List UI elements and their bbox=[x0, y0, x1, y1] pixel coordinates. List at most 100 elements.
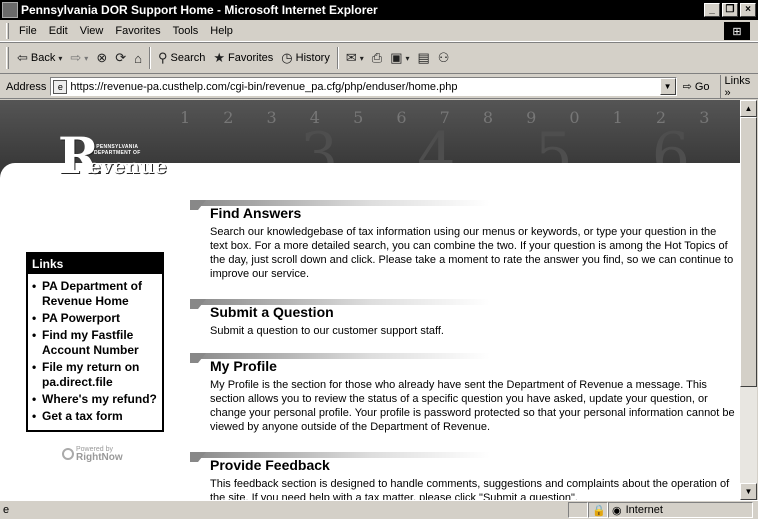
stop-icon: ⊗ bbox=[96, 50, 108, 65]
bullet: • bbox=[32, 328, 37, 342]
menu-view[interactable]: View bbox=[74, 25, 110, 37]
mail-button[interactable]: ✉ ▾ bbox=[342, 46, 368, 70]
history-button[interactable]: ◷ History bbox=[277, 46, 334, 70]
menu-tools[interactable]: Tools bbox=[167, 25, 205, 37]
page-icon: e bbox=[53, 79, 68, 94]
back-button[interactable]: ⇦ Back ▾ bbox=[13, 46, 66, 70]
scroll-thumb[interactable] bbox=[740, 117, 757, 387]
search-button[interactable]: ⚲ Search bbox=[154, 46, 209, 70]
stop-button[interactable]: ⊗ bbox=[92, 46, 111, 70]
powered-by-rightnow[interactable]: Powered by RightNow bbox=[62, 446, 123, 463]
refresh-icon: ⟳ bbox=[115, 50, 127, 65]
link-wheres-my-refund[interactable]: • Where's my refund? bbox=[32, 392, 160, 407]
favorites-button[interactable]: ★ Favorites bbox=[209, 46, 277, 70]
scroll-up-button[interactable]: ▲ bbox=[740, 100, 757, 117]
link-get-tax-form[interactable]: • Get a tax form bbox=[32, 409, 160, 424]
menu-grip bbox=[6, 22, 9, 39]
history-label: History bbox=[295, 52, 330, 64]
section-triangle-icon bbox=[190, 452, 206, 462]
lock-icon: 🔒 bbox=[592, 504, 606, 517]
close-button[interactable]: × bbox=[740, 3, 756, 17]
link-label: Where's my refund? bbox=[42, 392, 157, 406]
menu-help[interactable]: Help bbox=[204, 25, 239, 37]
go-button[interactable]: ⇨ Go bbox=[683, 80, 710, 94]
mail-dropdown-icon: ▾ bbox=[359, 53, 364, 63]
favorites-icon: ★ bbox=[213, 50, 226, 65]
section-triangle-icon bbox=[190, 353, 206, 363]
my-profile-link[interactable]: My Profile bbox=[210, 358, 277, 374]
address-dropdown-button[interactable]: ▼ bbox=[659, 78, 676, 95]
status-progress bbox=[568, 502, 588, 518]
discuss-button[interactable]: ▤ bbox=[414, 46, 434, 70]
link-label: Get a tax form bbox=[42, 409, 123, 423]
section-triangle-icon bbox=[190, 299, 206, 309]
menu-file[interactable]: File bbox=[13, 25, 43, 37]
my-profile-text: My Profile is the section for those who … bbox=[210, 379, 735, 433]
vertical-scrollbar[interactable]: ▲ ▼ bbox=[740, 100, 757, 500]
section-triangle-icon bbox=[190, 200, 206, 210]
menu-edit[interactable]: Edit bbox=[43, 25, 74, 37]
status-page-icon: e bbox=[3, 504, 10, 516]
find-answers-text: Search our knowledgebase of tax informat… bbox=[210, 226, 734, 280]
refresh-button[interactable]: ⟳ bbox=[111, 46, 130, 70]
link-label: Find my Fastfile Account Number bbox=[42, 328, 139, 357]
link-label: File my return on pa.direct.file bbox=[42, 360, 140, 389]
address-input[interactable]: e https://revenue-pa.custhelp.com/cgi-bi… bbox=[50, 77, 677, 96]
submit-question-link[interactable]: Submit a Question bbox=[210, 304, 334, 320]
link-pa-department-of-revenue-home[interactable]: • PA Department of Revenue Home bbox=[32, 279, 160, 309]
internet-zone-icon: ◉ bbox=[612, 504, 622, 517]
favorites-label: Favorites bbox=[228, 52, 274, 64]
bullet: • bbox=[32, 311, 37, 325]
revenue-logo[interactable]: R PENNSYLVANIA DEPARTMENT OF evenue bbox=[58, 130, 167, 185]
menu-bar: File Edit View Favorites Tools Help ⊞ bbox=[0, 20, 758, 42]
rightnow-logo-icon bbox=[62, 448, 74, 460]
page-viewport: 1 2 3 4 5 6 7 8 9 0 1 2 3 4 3 4 5 6 7 R … bbox=[0, 100, 740, 500]
link-file-return-pa-direct[interactable]: • File my return on pa.direct.file bbox=[32, 360, 160, 390]
address-label: Address bbox=[6, 80, 47, 93]
link-find-fastfile-account[interactable]: • Find my Fastfile Account Number bbox=[32, 328, 160, 358]
scroll-down-button[interactable]: ▼ bbox=[740, 483, 757, 500]
windows-logo-icon: ⊞ bbox=[724, 22, 750, 40]
edit-button[interactable]: ▣ ▾ bbox=[386, 46, 413, 70]
bullet: • bbox=[32, 409, 37, 423]
menu-favorites[interactable]: Favorites bbox=[109, 25, 166, 37]
link-pa-powerport[interactable]: • PA Powerport bbox=[32, 311, 160, 326]
forward-button[interactable]: ⇨ ▾ bbox=[66, 46, 92, 70]
minimize-button[interactable]: _ bbox=[704, 3, 720, 17]
back-dropdown-icon: ▾ bbox=[58, 53, 63, 63]
print-icon: ⎙ bbox=[371, 50, 383, 65]
status-bar: e 🔒 ◉ Internet bbox=[0, 500, 758, 519]
ie-icon bbox=[2, 2, 18, 18]
zone-label: Internet bbox=[625, 504, 663, 516]
section-find-answers: Find Answers Search our knowledgebase of… bbox=[190, 200, 733, 290]
bullet: • bbox=[32, 279, 37, 293]
home-button[interactable]: ⌂ bbox=[130, 46, 146, 70]
rightnow-brand: RightNow bbox=[76, 452, 123, 463]
status-text: e bbox=[0, 502, 568, 518]
restore-button[interactable]: ❒ bbox=[722, 3, 738, 17]
address-bar: Address e https://revenue-pa.custhelp.co… bbox=[0, 74, 758, 99]
edit-dropdown-icon: ▾ bbox=[405, 53, 410, 63]
section-my-profile: My Profile My Profile is the section for… bbox=[190, 353, 735, 443]
mail-icon: ✉ bbox=[345, 50, 357, 65]
links-toolbar-button[interactable]: Links » bbox=[719, 74, 758, 99]
discuss-icon: ▤ bbox=[417, 50, 430, 65]
messenger-button[interactable]: ⚇ bbox=[434, 46, 454, 70]
standard-toolbar: ⇦ Back ▾ ⇨ ▾ ⊗ ⟳ ⌂ ⚲ Search ★ Favorites … bbox=[0, 42, 758, 74]
link-label: PA Department of Revenue Home bbox=[42, 279, 143, 308]
search-label: Search bbox=[170, 52, 206, 64]
provide-feedback-link[interactable]: Provide Feedback bbox=[210, 457, 330, 473]
window-title: Pennsylvania DOR Support Home - Microsof… bbox=[21, 3, 378, 17]
messenger-icon: ⚇ bbox=[437, 50, 450, 65]
print-button[interactable]: ⎙ bbox=[368, 46, 386, 70]
links-panel: Links • PA Department of Revenue Home • PA… bbox=[26, 252, 164, 432]
forward-dropdown-icon: ▾ bbox=[84, 53, 89, 63]
toolbar-separator bbox=[336, 47, 339, 69]
toolbar-separator bbox=[148, 47, 151, 69]
link-label: PA Powerport bbox=[42, 311, 121, 325]
logo-word: evenue bbox=[88, 154, 167, 178]
find-answers-link[interactable]: Find Answers bbox=[210, 205, 301, 221]
provide-feedback-text: This feedback section is designed to han… bbox=[210, 478, 730, 500]
toolbar-grip bbox=[6, 47, 9, 69]
home-icon: ⌂ bbox=[134, 50, 142, 66]
